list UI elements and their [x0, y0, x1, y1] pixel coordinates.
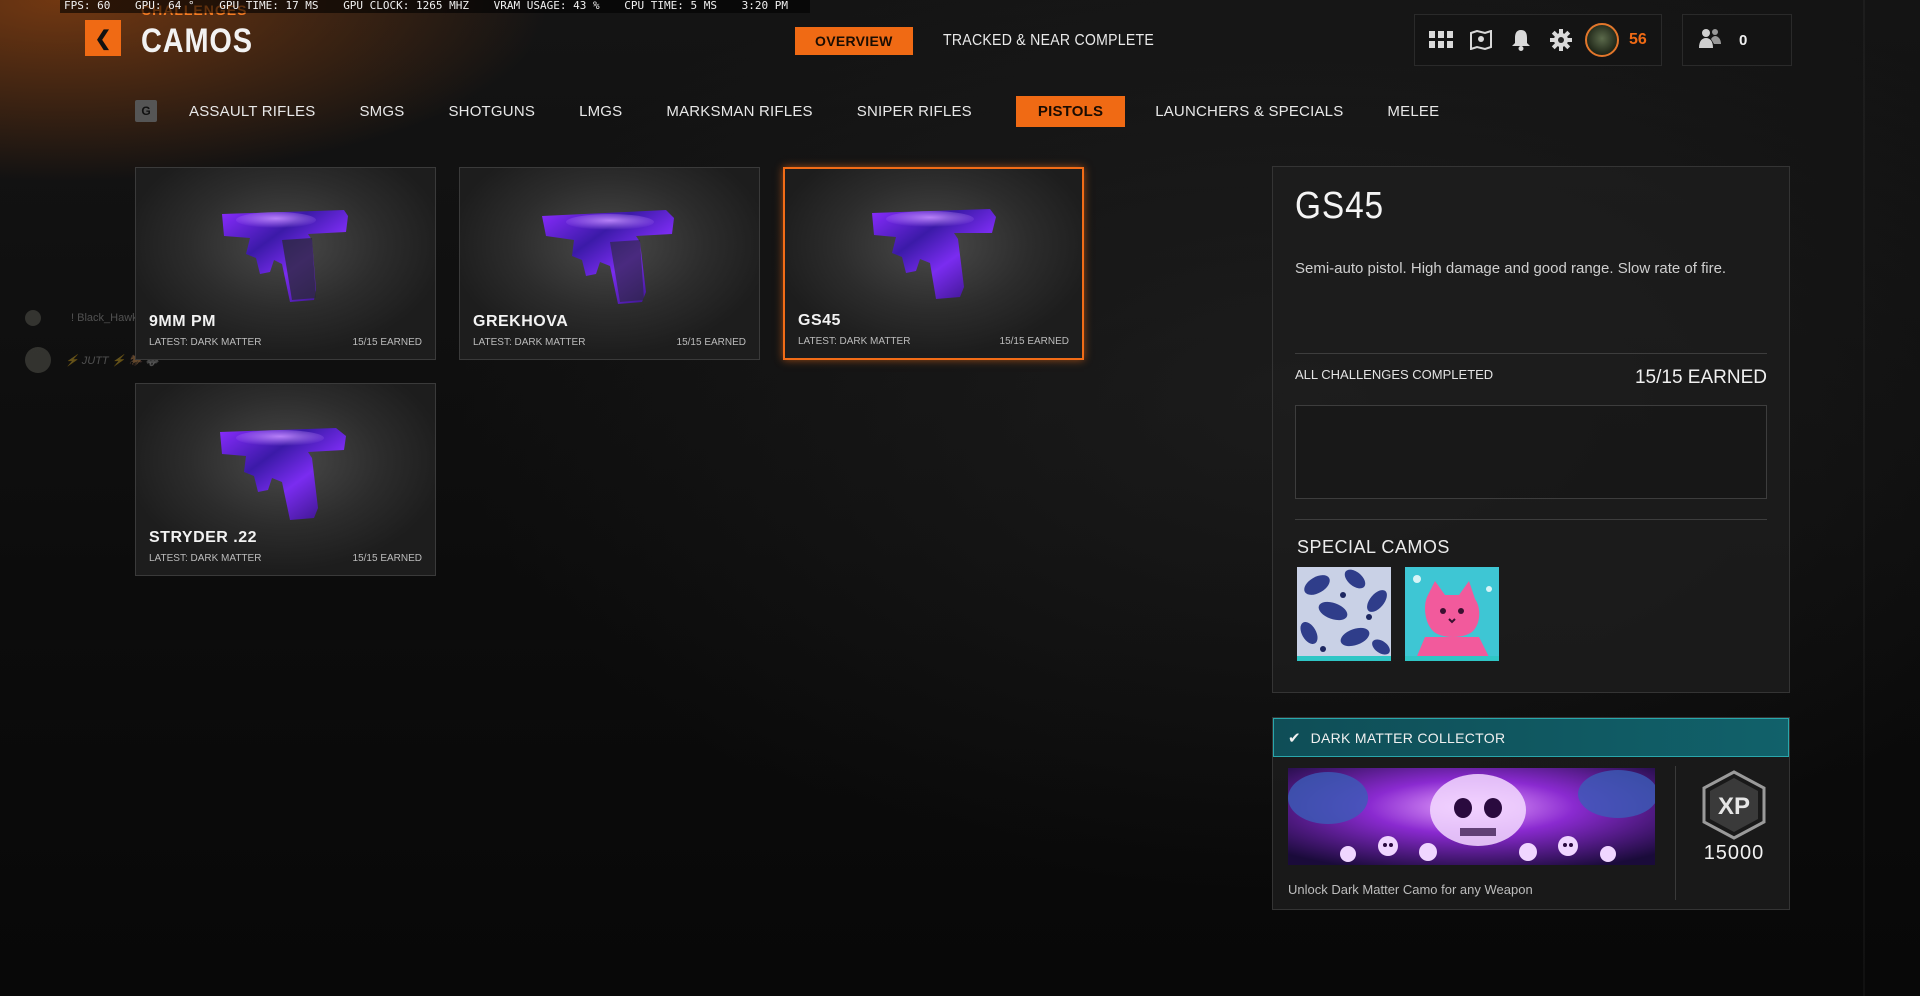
challenges-earned: 15/15 EARNED	[1634, 367, 1767, 388]
latest-camo: LATEST: DARK MATTER	[798, 336, 911, 347]
special-camo-swatch[interactable]	[1297, 567, 1391, 661]
fps-readout: FPS: 60	[64, 0, 111, 12]
unlock-description: Unlock Dark Matter Camo for any Weapon	[1288, 882, 1533, 897]
weapon-name: GS45	[798, 312, 841, 329]
pistol-image	[541, 210, 674, 304]
tab-overview[interactable]: OVERVIEW	[795, 27, 913, 55]
tab-shotguns[interactable]: SHOTGUNS	[448, 103, 535, 120]
camo-unlocked-bar	[1405, 656, 1499, 661]
page-title: CAMOS	[141, 22, 253, 60]
weapon-card-grekhova[interactable]: GREKHOVA LATEST: DARK MATTER 15/15 EARNE…	[459, 167, 760, 360]
weapon-category-tabs: G ASSAULT RIFLES SMGS SHOTGUNS LMGS MARK…	[135, 94, 1483, 128]
pistol-image	[871, 209, 996, 299]
latest-camo: LATEST: DARK MATTER	[149, 553, 262, 564]
latest-camo: LATEST: DARK MATTER	[149, 337, 262, 348]
dark-matter-collector-panel: ✔ DARK MATTER COLLECTOR XP 15000 Unlock …	[1272, 717, 1790, 910]
xp-icon: XP	[1698, 770, 1770, 840]
performance-overlay: FPS: 60 GPU: 64 ° GPU TIME: 17 MS GPU CL…	[60, 0, 810, 13]
earned-count: 15/15 EARNED	[352, 553, 422, 564]
earned-count: 15/15 EARNED	[352, 337, 422, 348]
weapon-detail-panel: GS45 Semi-auto pistol. High damage and g…	[1272, 166, 1790, 693]
check-icon: ✔	[1288, 729, 1301, 747]
tab-melee[interactable]: MELEE	[1387, 103, 1439, 120]
friends-count: 0	[1739, 31, 1748, 49]
divider	[1295, 353, 1767, 354]
tab-launchers-specials[interactable]: LAUNCHERS & SPECIALS	[1155, 103, 1343, 120]
tab-smgs[interactable]: SMGS	[359, 103, 404, 120]
avatar	[25, 310, 41, 326]
friends-icon	[1699, 27, 1721, 54]
cpu-time-readout: CPU TIME: 5 MS	[624, 0, 717, 12]
weapon-name: 9MM PM	[149, 313, 216, 330]
tab-tracked-near-complete[interactable]: TRACKED & NEAR COMPLETE	[943, 26, 1154, 56]
gear-icon[interactable]	[1541, 20, 1581, 60]
divider	[1675, 766, 1676, 900]
grid-icon[interactable]	[1421, 20, 1461, 60]
top-tabs: OVERVIEW TRACKED & NEAR COMPLETE	[795, 26, 1212, 56]
weapon-card-stryder-22[interactable]: STRYDER .22 LATEST: DARK MATTER 15/15 EA…	[135, 383, 436, 576]
tab-sniper-rifles[interactable]: SNIPER RIFLES	[857, 103, 972, 120]
cat-camo-image	[1405, 567, 1499, 661]
tab-lmgs[interactable]: LMGS	[579, 103, 622, 120]
gpu-clock-readout: GPU CLOCK: 1265 MHZ	[343, 0, 470, 12]
tab-marksman-rifles[interactable]: MARKSMAN RIFLES	[666, 103, 812, 120]
earned-count: 15/15 EARNED	[676, 337, 746, 348]
xp-reward-value: 15000	[1703, 842, 1765, 864]
chevron-left-icon: ❮	[94, 27, 112, 50]
pistol-image	[219, 428, 346, 520]
clock-readout: 3:20 PM	[741, 0, 788, 12]
svg-text:XP: XP	[1718, 793, 1750, 820]
calling-card-image[interactable]	[1288, 768, 1655, 865]
collector-header: ✔ DARK MATTER COLLECTOR	[1273, 718, 1789, 757]
collector-title: DARK MATTER COLLECTOR	[1310, 729, 1506, 746]
pistol-image	[221, 210, 348, 302]
friends-button[interactable]: 0	[1682, 14, 1792, 66]
gpu-temp-readout: GPU: 64 °	[134, 0, 195, 12]
keybind-hint: G	[135, 100, 157, 122]
bell-icon[interactable]	[1501, 20, 1541, 60]
tab-pistols[interactable]: PISTOLS	[1015, 95, 1126, 127]
latest-camo: LATEST: DARK MATTER	[473, 337, 586, 348]
tab-assault-rifles[interactable]: ASSAULT RIFLES	[189, 103, 315, 120]
challenges-box	[1295, 405, 1767, 499]
gpu-time-readout: GPU TIME: 17 MS	[219, 0, 319, 12]
weapon-card-9mm-pm[interactable]: 9MM PM LATEST: DARK MATTER 15/15 EARNED	[135, 167, 436, 360]
challenges-label: ALL CHALLENGES COMPLETED	[1295, 367, 1494, 382]
avatar	[25, 347, 51, 373]
floral-camo-image	[1297, 567, 1391, 661]
divider	[1295, 519, 1767, 520]
weapon-name: GREKHOVA	[473, 313, 569, 330]
weapon-name: STRYDER .22	[149, 529, 258, 546]
earned-count: 15/15 EARNED	[999, 336, 1069, 347]
special-camo-swatch[interactable]	[1405, 567, 1499, 661]
map-icon[interactable]	[1461, 20, 1501, 60]
top-icon-bar: 56	[1414, 14, 1662, 66]
vram-readout: VRAM USAGE: 43 %	[493, 0, 600, 12]
back-button[interactable]: ❮	[85, 20, 121, 56]
special-camos-label: SPECIAL CAMOS	[1297, 537, 1450, 557]
camo-unlocked-bar	[1297, 656, 1391, 661]
player-level: 56	[1629, 31, 1647, 48]
weapon-title: GS45	[1295, 185, 1385, 227]
chat-ghost-entry: ! Black_Hawk	[25, 310, 138, 326]
player-avatar[interactable]	[1585, 23, 1619, 57]
weapon-card-gs45[interactable]: GS45 LATEST: DARK MATTER 15/15 EARNED	[783, 167, 1084, 360]
weapon-description: Semi-auto pistol. High damage and good r…	[1295, 260, 1727, 277]
